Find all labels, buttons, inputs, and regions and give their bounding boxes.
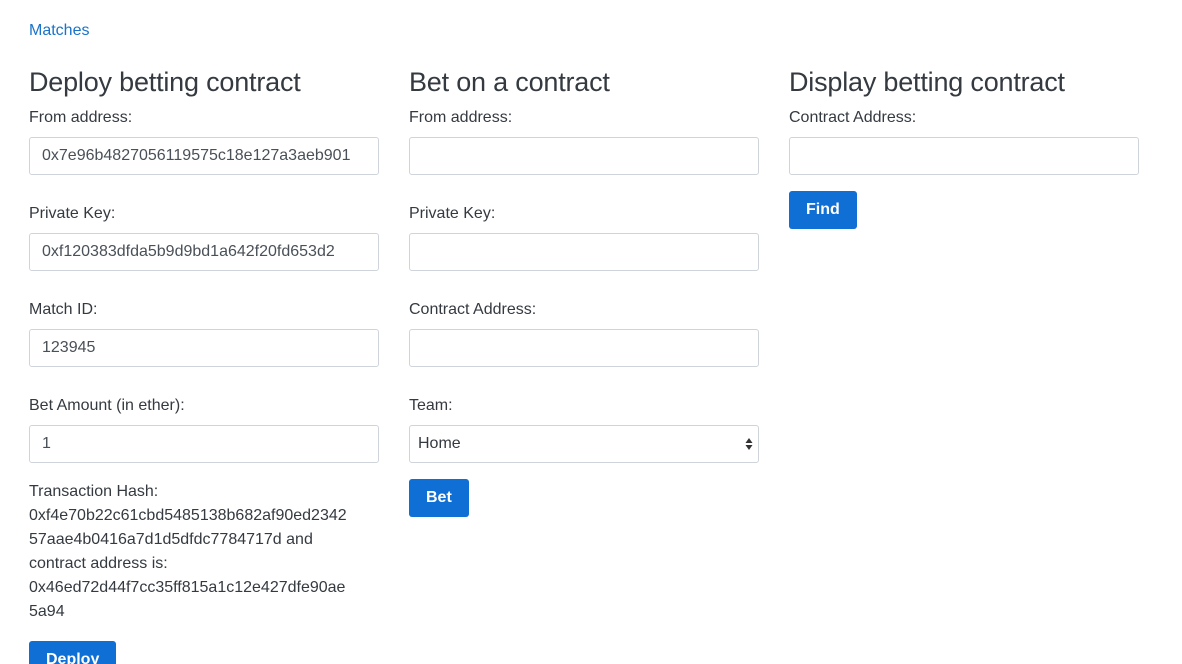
deploy-match-input[interactable]: 123945 <box>29 329 379 367</box>
transaction-info: Transaction Hash: 0xf4e70b22c61cbd548513… <box>29 480 379 624</box>
matches-link[interactable]: Matches <box>29 21 89 41</box>
deploy-from-input[interactable]: 0x7e96b4827056119575c18e127a3aeb901 <box>29 137 379 175</box>
bet-section: Bet on a contract From address: Private … <box>409 64 759 517</box>
display-section: Display betting contract Contract Addres… <box>789 64 1139 229</box>
team-select[interactable]: Home <box>409 425 759 463</box>
bet-contract-label: Contract Address: <box>409 301 537 318</box>
bet-from-label: From address: <box>409 109 513 126</box>
display-title: Display betting contract <box>789 67 1065 97</box>
deploy-title: Deploy betting contract <box>29 67 301 97</box>
deploy-section: Deploy betting contract From address: 0x… <box>29 64 379 664</box>
deploy-key-label: Private Key: <box>29 205 116 222</box>
tx-line: 0x46ed72d44f7cc35ff815a1c12e427dfe90ae <box>29 579 346 596</box>
tx-line: Transaction Hash: <box>29 483 159 500</box>
deploy-amount-label: Bet Amount (in ether): <box>29 397 185 414</box>
deploy-amount-input[interactable]: 1 <box>29 425 379 463</box>
display-contract-label: Contract Address: <box>789 109 917 126</box>
team-label: Team: <box>409 397 453 414</box>
tx-line: 5a94 <box>29 603 65 620</box>
bet-button[interactable]: Bet <box>409 479 469 517</box>
team-select-value: Home <box>418 435 461 452</box>
tx-line: 57aae4b0416a7d1d5dfdc7784717d and <box>29 531 313 548</box>
tx-line: contract address is: <box>29 555 168 572</box>
bet-contract-input[interactable] <box>409 329 759 367</box>
find-button[interactable]: Find <box>789 191 857 229</box>
deploy-from-label: From address: <box>29 109 133 126</box>
bet-title: Bet on a contract <box>409 67 610 97</box>
display-contract-input[interactable] <box>789 137 1139 175</box>
deploy-key-input[interactable]: 0xf120383dfda5b9d9bd1a642f20fd653d2 <box>29 233 379 271</box>
deploy-match-label: Match ID: <box>29 301 98 318</box>
tx-line: 0xf4e70b22c61cbd5485138b682af90ed2342 <box>29 507 347 524</box>
bet-key-label: Private Key: <box>409 205 496 222</box>
bet-from-input[interactable] <box>409 137 759 175</box>
page: Matches Deploy betting contract From add… <box>0 0 1182 664</box>
deploy-button[interactable]: Deploy <box>29 641 117 664</box>
bet-key-input[interactable] <box>409 233 759 271</box>
select-arrows-icon <box>745 438 753 450</box>
